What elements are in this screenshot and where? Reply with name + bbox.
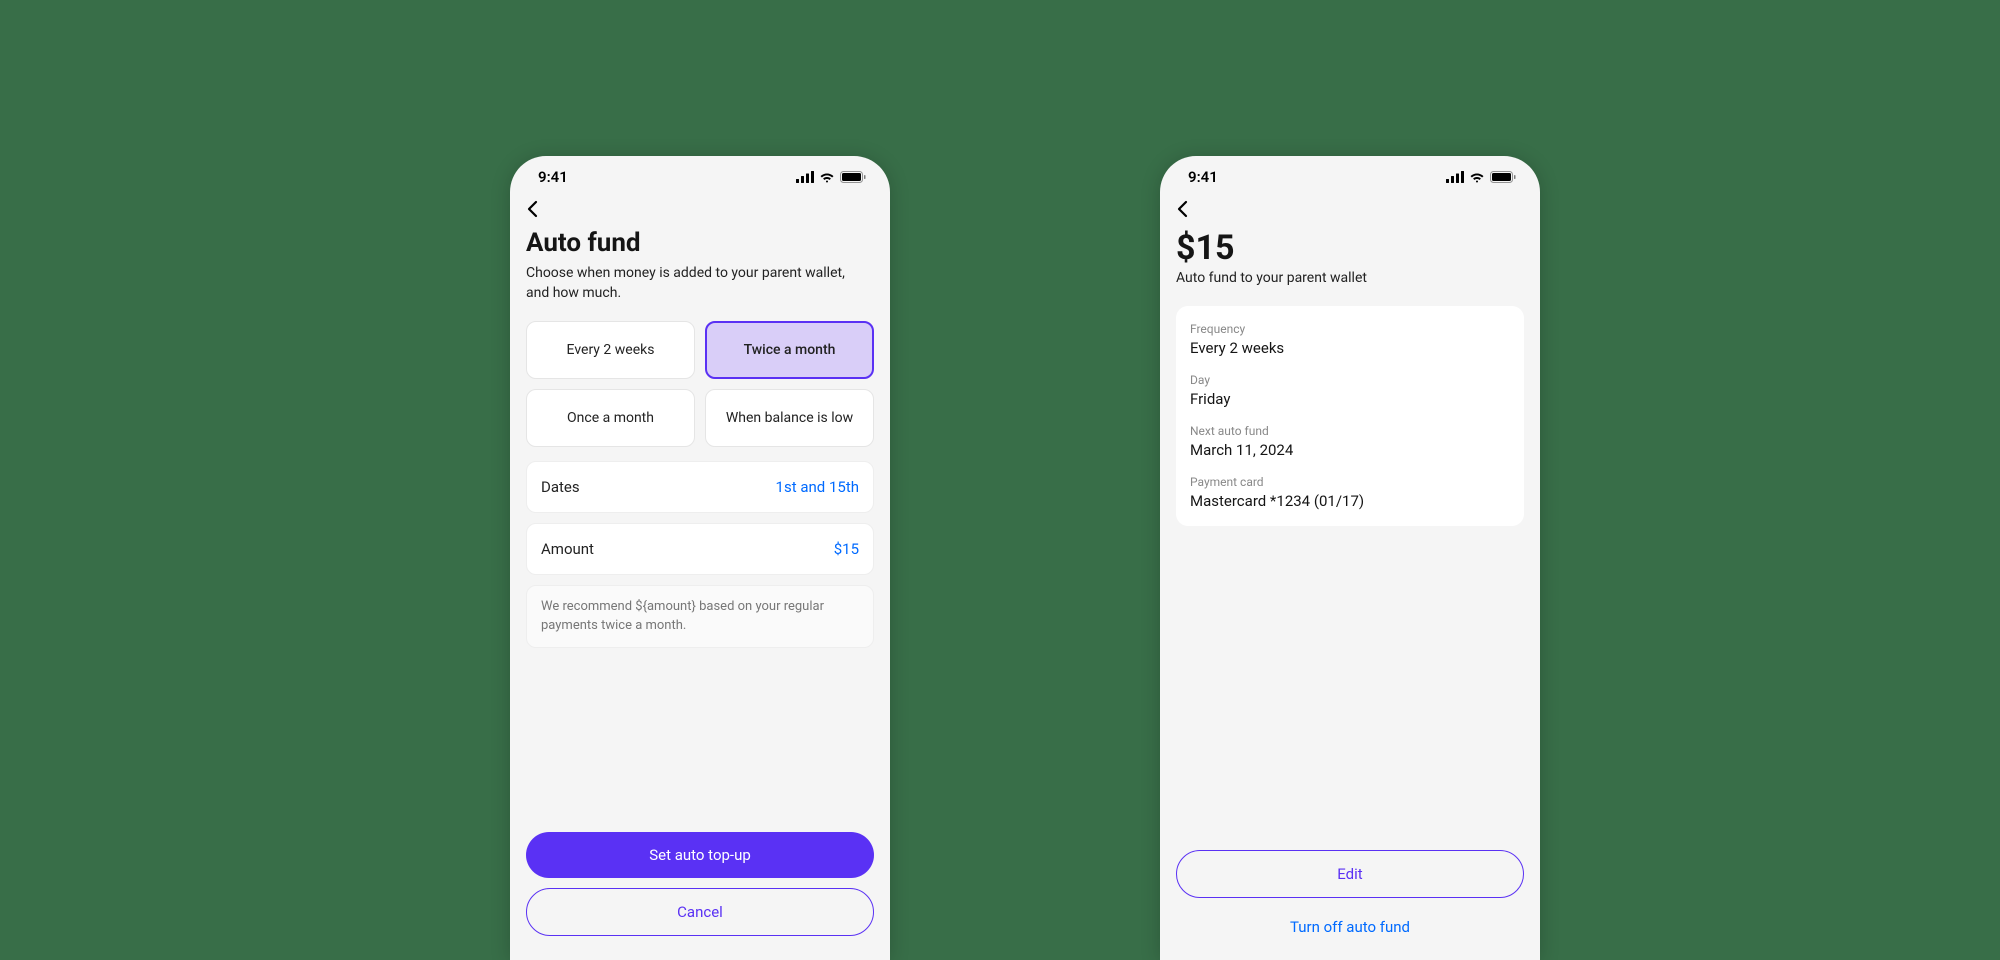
page-title: Auto fund xyxy=(526,228,874,258)
payment-card-value: Mastercard *1234 (01/17) xyxy=(1190,492,1510,510)
amount-row[interactable]: Amount $15 xyxy=(526,523,874,575)
bottom-actions: Set auto top-up Cancel xyxy=(510,832,890,960)
next-auto-fund-value: March 11, 2024 xyxy=(1190,441,1510,459)
cancel-button[interactable]: Cancel xyxy=(526,888,874,936)
recommendation-text: We recommend ${amount} based on your reg… xyxy=(526,585,874,647)
frequency-label: Frequency xyxy=(1190,322,1510,336)
phone-auto-fund-setup: 9:41 Auto fund Choose when money is adde… xyxy=(510,156,890,960)
turn-off-auto-fund-button[interactable]: Turn off auto fund xyxy=(1176,908,1524,946)
day-row: Day Friday xyxy=(1190,373,1510,408)
freq-when-balance-low[interactable]: When balance is low xyxy=(705,389,874,447)
freq-once-a-month[interactable]: Once a month xyxy=(526,389,695,447)
wifi-icon xyxy=(1469,171,1485,183)
freq-twice-a-month[interactable]: Twice a month xyxy=(705,321,874,379)
content: $15 Auto fund to your parent wallet Freq… xyxy=(1160,192,1540,526)
bottom-actions: Edit Turn off auto fund xyxy=(1160,850,1540,960)
day-value: Friday xyxy=(1190,390,1510,408)
frequency-value: Every 2 weeks xyxy=(1190,339,1510,357)
page-subtitle: Choose when money is added to your paren… xyxy=(526,264,846,303)
dates-label: Dates xyxy=(541,478,580,496)
amount-subtitle: Auto fund to your parent wallet xyxy=(1176,270,1524,286)
next-auto-fund-label: Next auto fund xyxy=(1190,424,1510,438)
frequency-options: Every 2 weeks Twice a month Once a month… xyxy=(526,321,874,447)
amount-value: $15 xyxy=(834,540,859,558)
chevron-left-icon xyxy=(526,200,538,218)
wifi-icon xyxy=(819,171,835,183)
battery-icon xyxy=(1490,171,1516,183)
payment-card-label: Payment card xyxy=(1190,475,1510,489)
cellular-icon xyxy=(796,171,814,183)
battery-icon xyxy=(840,171,866,183)
status-icons xyxy=(796,171,866,183)
set-auto-topup-button[interactable]: Set auto top-up xyxy=(526,832,874,878)
summary-card: Frequency Every 2 weeks Day Friday Next … xyxy=(1176,306,1524,526)
payment-card-row: Payment card Mastercard *1234 (01/17) xyxy=(1190,475,1510,510)
status-bar: 9:41 xyxy=(510,156,890,192)
chevron-left-icon xyxy=(1176,200,1188,218)
freq-every-2-weeks[interactable]: Every 2 weeks xyxy=(526,321,695,379)
edit-button[interactable]: Edit xyxy=(1176,850,1524,898)
day-label: Day xyxy=(1190,373,1510,387)
dates-value: 1st and 15th xyxy=(776,478,859,496)
amount-title: $15 xyxy=(1176,228,1524,268)
status-time: 9:41 xyxy=(538,168,568,186)
amount-label: Amount xyxy=(541,540,594,558)
back-button[interactable] xyxy=(1176,192,1524,228)
content: Auto fund Choose when money is added to … xyxy=(510,192,890,648)
next-auto-fund-row: Next auto fund March 11, 2024 xyxy=(1190,424,1510,459)
phone-auto-fund-summary: 9:41 $15 Auto fund to your parent wallet… xyxy=(1160,156,1540,960)
status-icons xyxy=(1446,171,1516,183)
frequency-row: Frequency Every 2 weeks xyxy=(1190,322,1510,357)
back-button[interactable] xyxy=(526,192,874,228)
status-bar: 9:41 xyxy=(1160,156,1540,192)
cellular-icon xyxy=(1446,171,1464,183)
status-time: 9:41 xyxy=(1188,168,1218,186)
dates-row[interactable]: Dates 1st and 15th xyxy=(526,461,874,513)
